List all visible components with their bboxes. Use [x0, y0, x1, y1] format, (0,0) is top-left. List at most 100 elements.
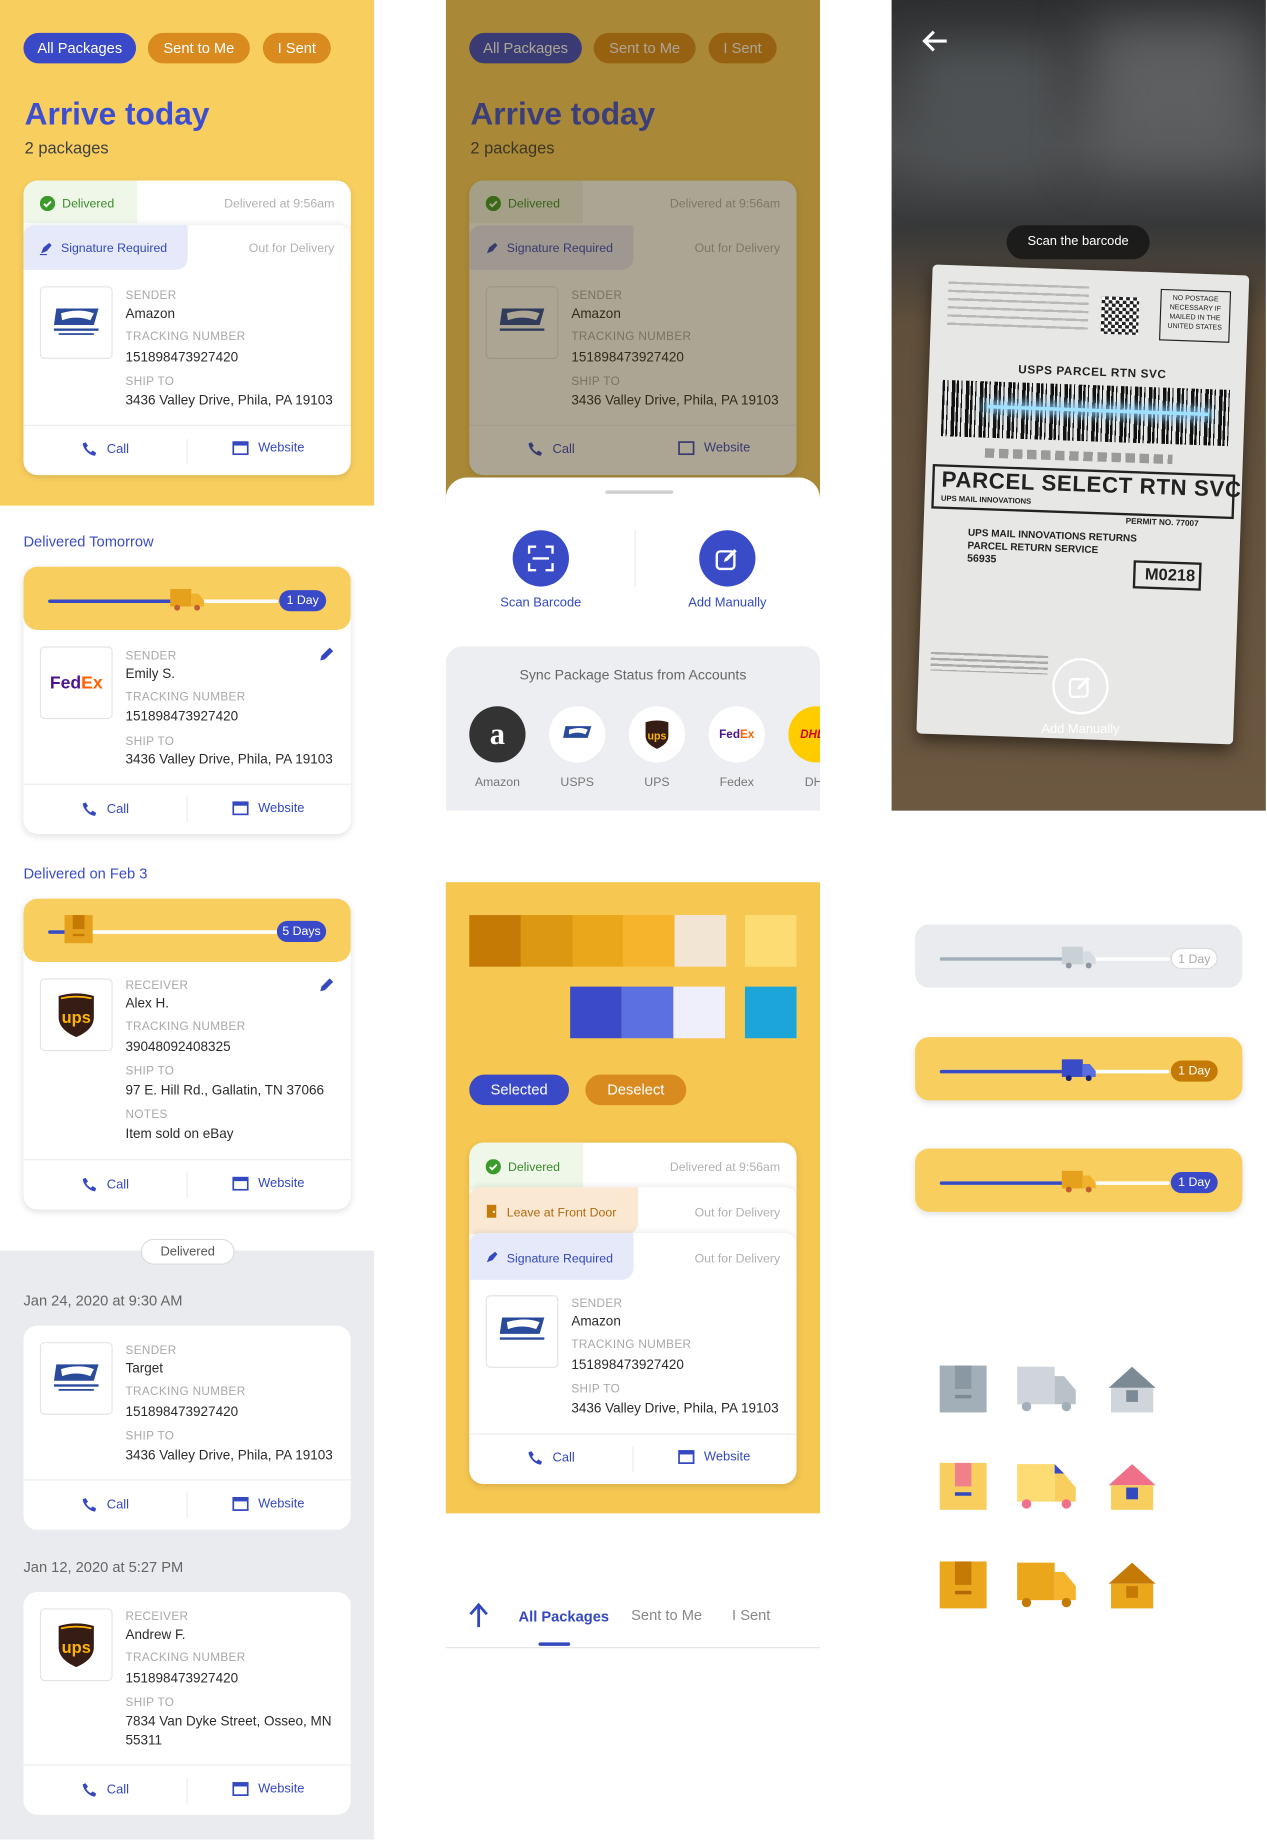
account-label: Amazon	[474, 775, 521, 790]
status-row-delivered: Delivered Delivered at 9:56am	[23, 180, 351, 223]
usps-logo	[485, 1295, 559, 1368]
postage-box: NO POSTAGE NECESSARY IF MAILED IN THE UN…	[1158, 288, 1232, 343]
sync-title: Sync Package Status from Accounts	[519, 666, 747, 683]
progress-state-orange: 1 Day	[915, 1148, 1243, 1212]
receiver-name: Alex H.	[125, 997, 170, 1012]
website-button[interactable]: Website	[232, 1782, 304, 1796]
scanner-screen: Scan the barcode NO POSTAGE NECESSARY IF…	[891, 0, 1266, 811]
package-count: 2 packages	[24, 138, 109, 158]
edit-pencil-icon[interactable]	[318, 977, 334, 993]
svg-text:ups: ups	[62, 1639, 91, 1657]
status-row-signature: Signature Required Out for Delivery	[23, 225, 351, 270]
tab-sent-to-me[interactable]: Sent to Me	[631, 1607, 702, 1623]
fedex-account[interactable]: FedEx	[708, 706, 765, 763]
package-card[interactable]: Delivered Delivered at 9:56am Signature …	[23, 180, 351, 476]
delivered-divider: Delivered	[140, 1238, 235, 1265]
tracking-number: 151898473927420	[571, 1358, 684, 1373]
label-service-top: USPS PARCEL RTN SVC	[1018, 363, 1167, 382]
dim-overlay[interactable]	[445, 0, 821, 506]
package-card[interactable]: SENDER Target TRACKING NUMBER 1518984739…	[23, 1325, 351, 1530]
check-circle-icon	[485, 1159, 501, 1175]
website-button[interactable]: Website	[678, 1450, 750, 1464]
usps-account[interactable]	[549, 706, 606, 763]
scan-barcode-label: Scan Barcode	[500, 595, 582, 611]
phone-icon	[82, 1498, 97, 1512]
page-title: Arrive today	[24, 96, 210, 132]
browser-icon	[232, 1782, 249, 1797]
label-receiver: RECEIVER	[125, 1610, 189, 1624]
dhl-account[interactable]: DHL	[788, 706, 821, 763]
tracking-number: 151898473927420	[125, 1671, 239, 1686]
call-button[interactable]: Call	[82, 1177, 129, 1192]
section-tomorrow: Delivered Tomorrow	[23, 533, 154, 551]
ship-to-address: 3436 Valley Drive, Phila, PA 19103	[125, 1448, 333, 1463]
website-button[interactable]: Website	[232, 801, 304, 815]
truck-icon	[1061, 1170, 1096, 1193]
tracking-number: 151898473927420	[125, 1405, 239, 1420]
tab-sent-to-me[interactable]: Sent to Me	[147, 32, 250, 64]
color-swatch	[621, 986, 674, 1039]
phone-icon	[82, 442, 97, 456]
days-badge: 1 Day	[1170, 1171, 1218, 1194]
deselect-pill[interactable]: Deselect	[585, 1074, 687, 1106]
scan-icon	[527, 545, 554, 572]
website-button[interactable]: Website	[232, 1177, 304, 1191]
ups-account[interactable]: ups	[628, 706, 686, 763]
status-signature: Signature Required	[506, 1251, 613, 1266]
color-swatch	[572, 915, 625, 967]
signature-icon	[39, 242, 52, 256]
package-card[interactable]: 5 Days ups RECEIVER Alex H. TRACKING NUM…	[23, 898, 351, 1210]
status-out-for-delivery: Out for Delivery	[248, 241, 335, 256]
label-sender: SENDER	[571, 1297, 623, 1311]
back-arrow-icon[interactable]	[922, 30, 948, 52]
phone-icon	[82, 1783, 97, 1797]
status-delivered: Delivered	[62, 197, 115, 212]
sender-name: Emily S.	[125, 667, 176, 682]
edit-pencil-icon[interactable]	[318, 646, 334, 662]
svg-text:ups: ups	[62, 1009, 91, 1027]
website-button[interactable]: Website	[232, 1497, 304, 1511]
truck-icon-orange	[1017, 1562, 1076, 1608]
package-card[interactable]: 1 Day FedEx SENDER Emily S. TRACKING NUM…	[23, 566, 351, 835]
ship-to-address: 3436 Valley Drive, Phila, PA 19103	[571, 1401, 779, 1416]
call-button[interactable]: Call	[82, 441, 129, 456]
browser-icon	[232, 1176, 249, 1191]
account-label: DHL	[804, 775, 820, 790]
arrow-up-icon[interactable]	[468, 1602, 489, 1629]
tab-all-packages[interactable]: All Packages	[23, 32, 137, 64]
call-button[interactable]: Call	[82, 1782, 129, 1797]
amazon-account[interactable]: a	[469, 706, 526, 763]
section-feb3: Delivered on Feb 3	[23, 865, 148, 883]
label-sender: SENDER	[125, 289, 177, 303]
color-swatch	[520, 915, 573, 967]
label-tracking: TRACKING NUMBER	[125, 330, 246, 344]
tab-i-sent[interactable]: I Sent	[262, 32, 331, 64]
label-ship-to: SHIP TO	[125, 1696, 175, 1710]
package-card[interactable]: ups RECEIVER Andrew F. TRACKING NUMBER 1…	[23, 1591, 351, 1815]
tab-all-packages[interactable]: All Packages	[519, 1608, 609, 1624]
bottom-sheet: Scan Barcode Add Manually Sync Package S…	[445, 477, 821, 811]
status-delivered: Delivered	[507, 1160, 561, 1175]
selected-pill[interactable]: Selected	[469, 1074, 569, 1106]
sheet-handle[interactable]	[605, 490, 674, 494]
tab-i-sent[interactable]: I Sent	[732, 1607, 770, 1623]
website-button[interactable]: Website	[232, 441, 304, 455]
style-guide: Selected Deselect Delivered Delivered at…	[445, 882, 821, 1514]
ship-to-address-zip: 55311	[125, 1733, 163, 1748]
door-icon	[486, 1204, 497, 1218]
sync-accounts-panel: Sync Package Status from Accounts a ups …	[445, 646, 821, 811]
check-circle-icon	[39, 195, 56, 212]
call-button[interactable]: Call	[528, 1450, 575, 1465]
call-button[interactable]: Call	[82, 1497, 129, 1512]
label-sender: SENDER	[125, 1344, 177, 1358]
add-package-screen: All Packages Sent to Me I Sent Arrive to…	[445, 0, 821, 811]
call-button[interactable]: Call	[82, 801, 129, 816]
sender-name: Target	[125, 1362, 164, 1377]
house-icon-yellow	[1108, 1464, 1156, 1510]
box-icon-grey	[939, 1365, 987, 1413]
sender-name: Amazon	[571, 1315, 621, 1330]
package-card[interactable]: Delivered Delivered at 9:56am Leave at F…	[469, 1142, 797, 1485]
truck-icon-yellow	[1017, 1464, 1076, 1509]
label-permit: PERMIT NO. 77007	[1125, 517, 1199, 529]
box-icon-yellow	[939, 1462, 987, 1510]
